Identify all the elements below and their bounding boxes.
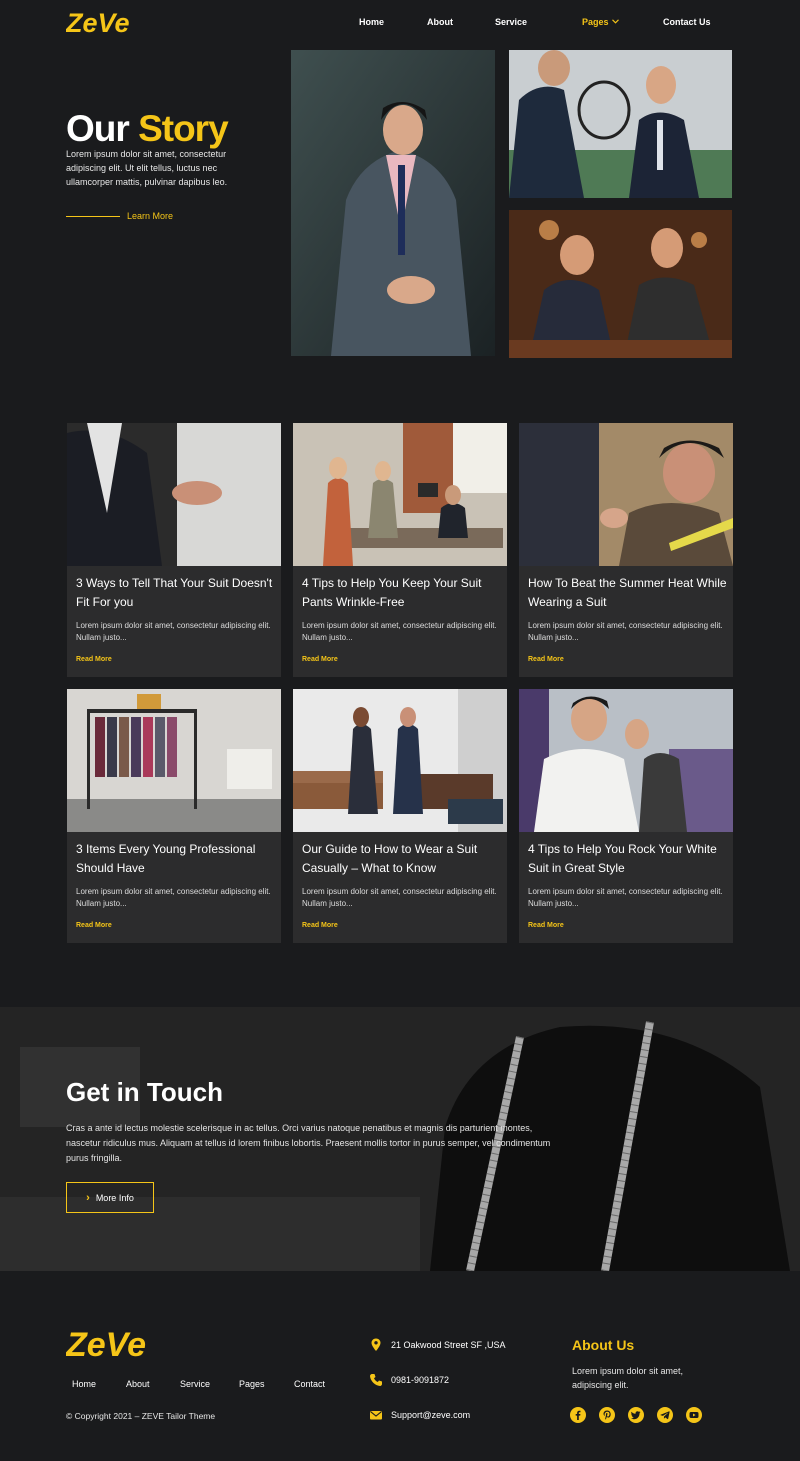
- youtube-icon[interactable]: [686, 1407, 702, 1423]
- envelope-icon: [370, 1411, 382, 1420]
- hero-photo-handshake: [509, 50, 732, 198]
- nav-contact-us[interactable]: Contact Us: [663, 17, 711, 27]
- footer-phone[interactable]: 0981-9091872: [369, 1373, 449, 1387]
- footer-nav-home[interactable]: Home: [72, 1379, 96, 1389]
- blog-card[interactable]: 3 Ways to Tell That Your Suit Doesn't Fi…: [67, 423, 281, 677]
- blog-card-excerpt: Lorem ipsum dolor sit amet, consectetur …: [528, 887, 723, 908]
- svg-text:ZeVe: ZeVe: [66, 9, 130, 37]
- blog-card-excerpt: Lorem ipsum dolor sit amet, consectetur …: [302, 621, 497, 642]
- telegram-icon[interactable]: [657, 1407, 673, 1423]
- facebook-icon[interactable]: [570, 1407, 586, 1423]
- more-info-button[interactable]: › More Info: [66, 1182, 154, 1213]
- blog-card-title[interactable]: How To Beat the Summer Heat While Wearin…: [528, 574, 728, 612]
- blog-card-excerpt: Lorem ipsum dolor sit amet, consectetur …: [76, 887, 271, 908]
- nav-pages[interactable]: Pages: [582, 17, 619, 27]
- address-text: 21 Oakwood Street SF ,USA: [391, 1340, 506, 1350]
- footer-nav-pages[interactable]: Pages: [239, 1379, 265, 1389]
- about-us-title: About Us: [572, 1337, 635, 1353]
- blog-card-image: [293, 423, 507, 566]
- blog-card-title[interactable]: 3 Ways to Tell That Your Suit Doesn't Fi…: [76, 574, 276, 612]
- nav-pages-label: Pages: [582, 17, 609, 27]
- hero-photo-man-buttoning-jacket: [291, 50, 495, 356]
- pinterest-icon[interactable]: [599, 1407, 615, 1423]
- blog-card-title[interactable]: 4 Tips to Help You Rock Your White Suit …: [528, 840, 728, 878]
- blog-card[interactable]: How To Beat the Summer Heat While Wearin…: [519, 423, 733, 677]
- blog-card[interactable]: 3 Items Every Young Professional Should …: [67, 689, 281, 943]
- nav-about[interactable]: About: [427, 17, 453, 27]
- footer-email[interactable]: Support@zeve.com: [369, 1408, 470, 1422]
- blog-card-image: [67, 423, 281, 566]
- blog-card-title[interactable]: 4 Tips to Help You Keep Your Suit Pants …: [302, 574, 502, 612]
- chevron-down-icon: [611, 19, 619, 24]
- read-more-link[interactable]: Read More: [76, 656, 112, 663]
- chevron-right-icon: ›: [86, 1191, 90, 1204]
- hero-text: Lorem ipsum dolor sit amet, consectetur …: [66, 149, 228, 187]
- footer-logo[interactable]: ZeVe: [66, 1328, 164, 1360]
- get-in-touch-text: Cras a ante id lectus molestie scelerisq…: [66, 1123, 551, 1163]
- map-pin-icon: [371, 1338, 381, 1351]
- read-more-link[interactable]: Read More: [76, 922, 112, 929]
- phone-icon: [370, 1374, 382, 1386]
- nav-home[interactable]: Home: [359, 17, 384, 27]
- footer-nav-contact[interactable]: Contact: [294, 1379, 325, 1389]
- learn-more-line: [66, 216, 120, 217]
- svg-text:ZeVe: ZeVe: [66, 1328, 146, 1360]
- phone-text: 0981-9091872: [391, 1375, 450, 1385]
- blog-card[interactable]: 4 Tips to Help You Keep Your Suit Pants …: [293, 423, 507, 677]
- blog-card-excerpt: Lorem ipsum dolor sit amet, consectetur …: [76, 621, 271, 642]
- blog-card-excerpt: Lorem ipsum dolor sit amet, consectetur …: [528, 621, 723, 642]
- blog-card[interactable]: 4 Tips to Help You Rock Your White Suit …: [519, 689, 733, 943]
- blog-card[interactable]: Our Guide to How to Wear a Suit Casually…: [293, 689, 507, 943]
- read-more-link[interactable]: Read More: [528, 922, 564, 929]
- more-info-label: More Info: [95, 1192, 134, 1203]
- footer-address: 21 Oakwood Street SF ,USA: [369, 1338, 506, 1352]
- nav-service[interactable]: Service: [495, 17, 527, 27]
- email-text: Support@zeve.com: [391, 1410, 471, 1420]
- twitter-icon[interactable]: [628, 1407, 644, 1423]
- blog-card-image: [293, 689, 507, 832]
- hero-title-accent: Story: [138, 108, 229, 149]
- about-us-text: Lorem ipsum dolor sit amet, adipiscing e…: [572, 1366, 684, 1390]
- read-more-link[interactable]: Read More: [528, 656, 564, 663]
- hero-photo-men-toasting: [509, 210, 732, 358]
- hero-title-white: Our: [66, 108, 130, 149]
- get-in-touch-section: Get in Touch Cras a ante id lectus moles…: [0, 1007, 800, 1271]
- site-logo[interactable]: ZeVe: [66, 9, 142, 37]
- blog-card-excerpt: Lorem ipsum dolor sit amet, consectetur …: [302, 887, 497, 908]
- footer-nav-about[interactable]: About: [126, 1379, 150, 1389]
- blog-card-title[interactable]: 3 Items Every Young Professional Should …: [76, 840, 276, 878]
- learn-more-link[interactable]: Learn More: [127, 211, 173, 221]
- blog-card-title[interactable]: Our Guide to How to Wear a Suit Casually…: [302, 840, 502, 878]
- get-in-touch-title: Get in Touch: [66, 1077, 223, 1107]
- blog-card-image: [519, 689, 733, 832]
- footer-nav-service[interactable]: Service: [180, 1379, 210, 1389]
- read-more-link[interactable]: Read More: [302, 922, 338, 929]
- blog-card-image: [67, 689, 281, 832]
- read-more-link[interactable]: Read More: [302, 656, 338, 663]
- copyright-text: © Copyright 2021 – ZEVE Tailor Theme: [66, 1411, 216, 1421]
- hero-title: Our Story: [66, 108, 229, 150]
- blog-card-image: [519, 423, 733, 566]
